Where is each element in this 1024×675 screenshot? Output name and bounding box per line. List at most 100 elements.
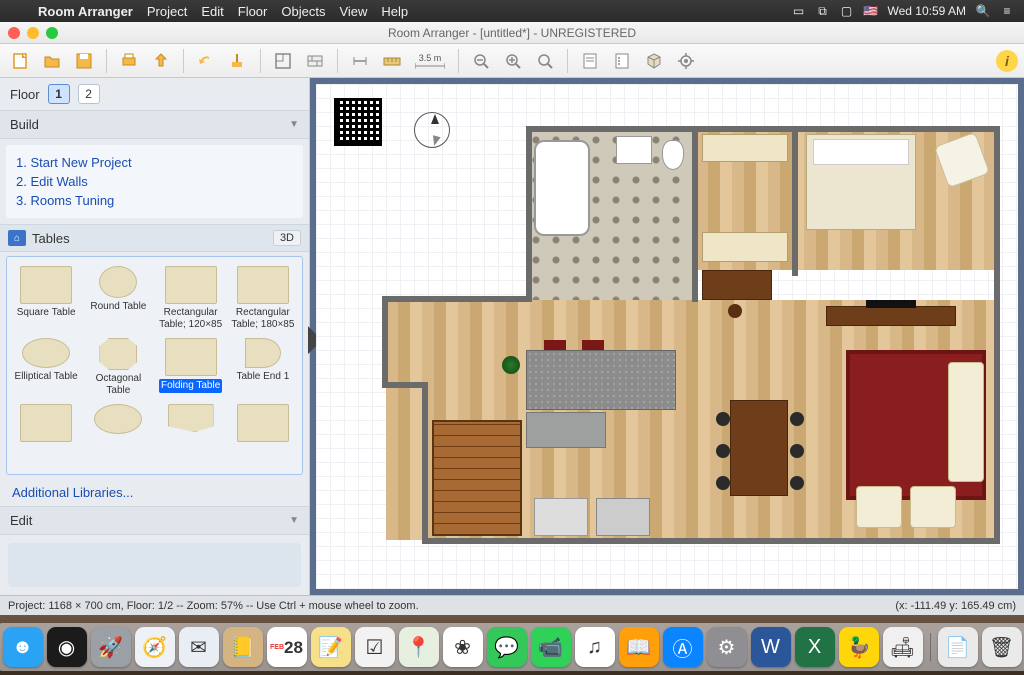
screen-icon[interactable]: ▢ [840, 4, 854, 18]
info-button[interactable]: i [996, 50, 1018, 72]
dock-excel[interactable]: X [795, 627, 835, 667]
bar-stool[interactable] [544, 340, 566, 350]
print-button[interactable] [115, 48, 143, 74]
build-step-new-project[interactable]: 1. Start New Project [16, 153, 293, 172]
library-item-10[interactable] [156, 401, 226, 448]
wardrobe[interactable] [702, 232, 788, 262]
bathtub[interactable] [534, 140, 590, 236]
window-zoom-button[interactable] [46, 27, 58, 39]
dock-facetime[interactable]: 📹 [531, 627, 571, 667]
notes-button[interactable] [576, 48, 604, 74]
dock-trash[interactable]: 🗑 [982, 627, 1022, 667]
zoom-fit-button[interactable] [531, 48, 559, 74]
window-close-button[interactable] [8, 27, 20, 39]
build-step-edit-walls[interactable]: 2. Edit Walls [16, 172, 293, 191]
scale-button[interactable]: 3.5 m [410, 48, 450, 74]
floor-plan-canvas[interactable] [316, 84, 1018, 589]
dock-ibooks[interactable]: 📖 [619, 627, 659, 667]
list-button[interactable] [608, 48, 636, 74]
library-item-2[interactable]: Rectangular Table; 120×85 [156, 263, 226, 333]
menu-edit[interactable]: Edit [201, 4, 223, 19]
toilet[interactable] [662, 140, 684, 170]
plant[interactable] [502, 356, 520, 374]
menu-floor[interactable]: Floor [238, 4, 268, 19]
dock-word[interactable]: W [751, 627, 791, 667]
display-icon[interactable]: ▭ [792, 4, 806, 18]
spotlight-icon[interactable]: 🔍 [976, 4, 990, 18]
dining-chair[interactable] [790, 412, 804, 426]
tv-unit[interactable] [826, 306, 956, 326]
save-button[interactable] [70, 48, 98, 74]
dock-itunes[interactable]: ♫ [575, 627, 615, 667]
tv[interactable] [866, 300, 916, 308]
measure-button[interactable] [378, 48, 406, 74]
dock-cyberduck[interactable]: 🦆 [839, 627, 879, 667]
dock-mail[interactable]: ✉ [179, 627, 219, 667]
build-step-rooms-tuning[interactable]: 3. Rooms Tuning [16, 191, 293, 210]
library-item-1[interactable]: Round Table [83, 263, 153, 333]
bed[interactable] [806, 134, 916, 230]
library-item-3[interactable]: Rectangular Table; 180×85 [228, 263, 298, 333]
paint-button[interactable] [224, 48, 252, 74]
dock-siri[interactable]: ◉ [47, 627, 87, 667]
dock-documents[interactable]: 📄 [938, 627, 978, 667]
export-button[interactable] [147, 48, 175, 74]
library-item-8[interactable] [11, 401, 81, 448]
new-project-button[interactable] [6, 48, 34, 74]
menu-view[interactable]: View [339, 4, 367, 19]
dining-chair[interactable] [716, 476, 730, 490]
window-minimize-button[interactable] [27, 27, 39, 39]
zoom-in-button[interactable] [499, 48, 527, 74]
menubar-app-name[interactable]: Room Arranger [38, 4, 133, 19]
undo-button[interactable] [192, 48, 220, 74]
room-button[interactable] [269, 48, 297, 74]
dining-table[interactable] [730, 400, 788, 496]
menu-icon[interactable]: ≡ [1000, 4, 1014, 18]
additional-libraries-link[interactable]: Additional Libraries... [0, 479, 309, 506]
menu-help[interactable]: Help [381, 4, 408, 19]
menu-objects[interactable]: Objects [281, 4, 325, 19]
window-titlebar[interactable]: Room Arranger - [untitled*] - UNREGISTER… [0, 22, 1024, 44]
dock-contacts[interactable]: 📒 [223, 627, 263, 667]
library-header[interactable]: ⌂ Tables 3D [0, 224, 309, 252]
library-item-9[interactable] [83, 401, 153, 448]
library-item-4[interactable]: Elliptical Table [11, 335, 81, 399]
dining-chair[interactable] [790, 476, 804, 490]
dock-appstore[interactable]: Ⓐ [663, 627, 703, 667]
dining-chair[interactable] [716, 412, 730, 426]
dock-reminders[interactable]: ☑ [355, 627, 395, 667]
floor-2-button[interactable]: 2 [78, 84, 100, 104]
build-section-header[interactable]: Build ▼ [0, 110, 309, 139]
library-3d-button[interactable]: 3D [273, 230, 301, 246]
bar-stool[interactable] [582, 340, 604, 350]
airplay-icon[interactable]: ⧉ [816, 4, 830, 18]
library-item-7[interactable]: Table End 1 [228, 335, 298, 399]
floor-1-button[interactable]: 1 [48, 84, 70, 104]
dock-launchpad[interactable]: 🚀 [91, 627, 131, 667]
armchair[interactable] [910, 486, 956, 528]
flag-us-icon[interactable]: 🇺🇸 [864, 4, 878, 18]
appliance[interactable] [534, 498, 588, 536]
floor-plan[interactable] [386, 110, 992, 563]
library-item-6[interactable]: Folding Table [156, 335, 226, 399]
dock-roomarranger[interactable]: 🛋 [883, 627, 923, 667]
dimension-button[interactable] [346, 48, 374, 74]
dock-notes[interactable]: 📝 [311, 627, 351, 667]
zoom-out-button[interactable] [467, 48, 495, 74]
stairs[interactable] [432, 420, 522, 536]
counter[interactable] [526, 412, 606, 448]
sofa[interactable] [948, 362, 984, 482]
open-button[interactable] [38, 48, 66, 74]
edit-section-header[interactable]: Edit ▼ [0, 506, 309, 535]
kitchen-island[interactable] [526, 350, 676, 410]
dining-chair[interactable] [790, 444, 804, 458]
wardrobe[interactable] [702, 134, 788, 162]
wall-button[interactable] [301, 48, 329, 74]
library-item-11[interactable] [228, 401, 298, 448]
appliance[interactable] [596, 498, 650, 536]
armchair[interactable] [856, 486, 902, 528]
dock-finder[interactable]: ☻ [3, 627, 43, 667]
library-item-5[interactable]: Octagonal Table [83, 335, 153, 399]
library-home-icon[interactable]: ⌂ [8, 230, 26, 246]
3d-view-button[interactable] [640, 48, 668, 74]
